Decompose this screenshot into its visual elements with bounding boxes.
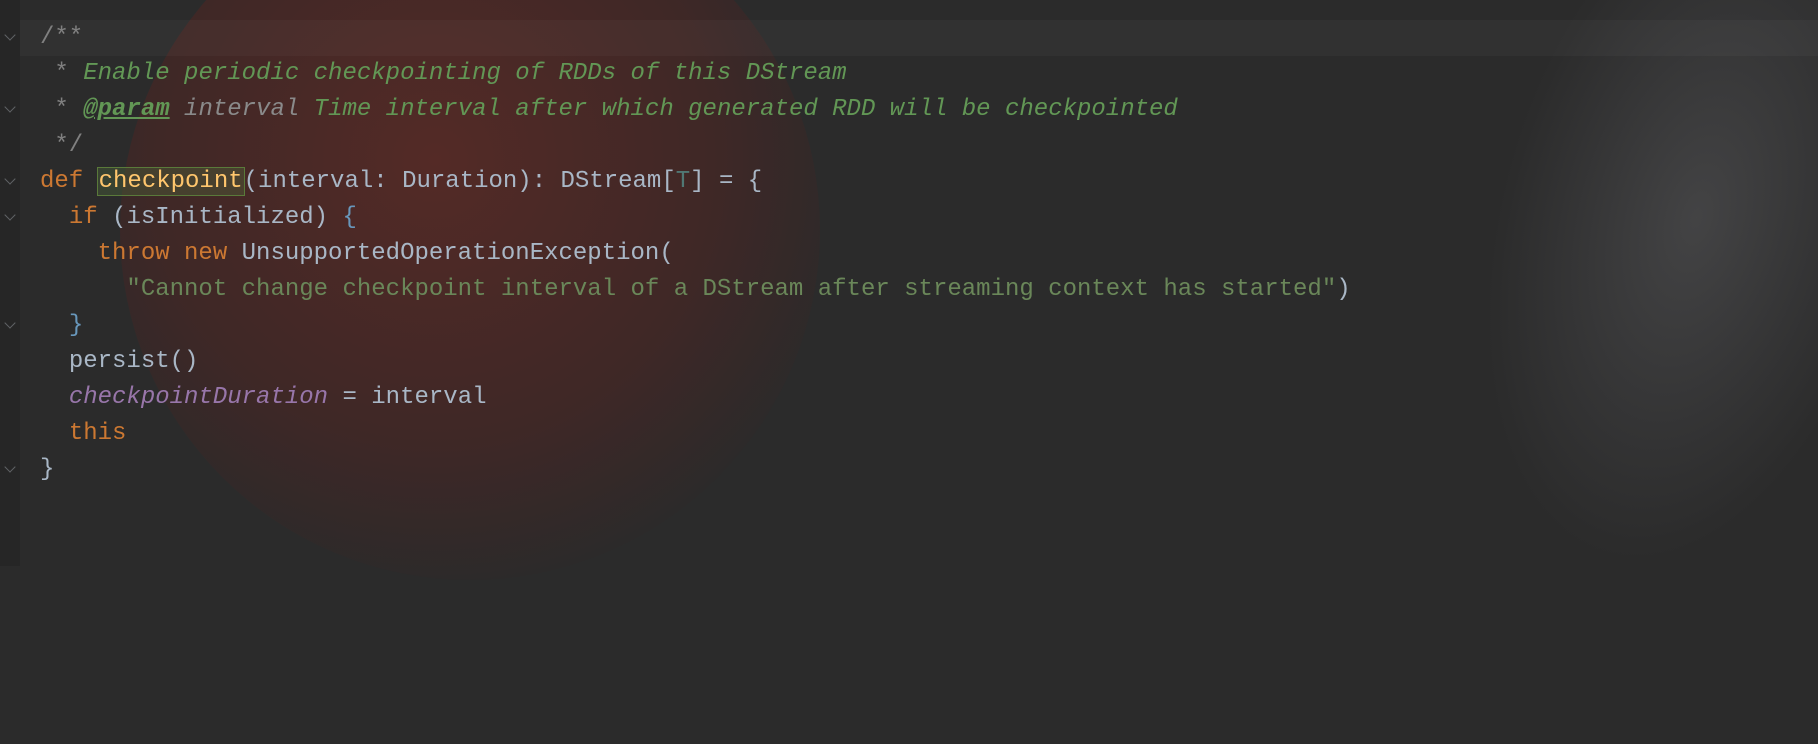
doc-comment-close: */ — [40, 132, 83, 159]
type-name: DStream — [561, 168, 662, 195]
code-line[interactable]: /** — [20, 20, 1818, 56]
identifier: interval — [371, 384, 486, 411]
code-line[interactable]: */ — [20, 128, 1818, 164]
paren-open: ( — [659, 240, 673, 267]
code-line[interactable]: this — [20, 416, 1818, 452]
bracket-close: ] — [690, 168, 704, 195]
brace-close: } — [69, 312, 83, 339]
code-editor[interactable]: /** * Enable periodic checkpointing of R… — [0, 0, 1818, 488]
code-line[interactable]: checkpointDuration = interval — [20, 380, 1818, 416]
keyword-if: if — [69, 204, 112, 231]
paren-open: ( — [244, 168, 258, 195]
colon: : — [373, 168, 402, 195]
brace-open: { — [342, 204, 356, 231]
code-line[interactable]: * Enable periodic checkpointing of RDDs … — [20, 56, 1818, 92]
doc-comment-text: Enable periodic checkpointing of RDDs of… — [83, 60, 846, 87]
paren-close: ) — [517, 168, 531, 195]
parens: () — [170, 348, 199, 375]
code-line[interactable]: persist() — [20, 344, 1818, 380]
method-call: persist — [69, 348, 170, 375]
paren-close: ) — [1336, 276, 1350, 303]
keyword-throw: throw — [98, 240, 184, 267]
bracket-open: [ — [661, 168, 675, 195]
keyword-this: this — [69, 420, 127, 447]
paren-open: ( — [112, 204, 126, 231]
keyword-new: new — [184, 240, 242, 267]
doc-param-name: interval — [170, 96, 314, 123]
doc-comment-text: Time interval after which generated RDD … — [314, 96, 1178, 123]
colon: : — [532, 168, 561, 195]
brace-close: } — [40, 456, 54, 483]
code-line[interactable]: "Cannot change checkpoint interval of a … — [20, 272, 1818, 308]
equals: = — [705, 168, 748, 195]
identifier: isInitialized — [126, 204, 313, 231]
param-name: interval — [258, 168, 373, 195]
brace-open: { — [748, 168, 762, 195]
code-line[interactable]: } — [20, 452, 1818, 488]
assign-op: = — [328, 384, 371, 411]
doc-comment-open: /** — [40, 24, 83, 51]
doc-tag-param: @param — [83, 96, 169, 123]
string-literal: "Cannot change checkpoint interval of a … — [126, 276, 1336, 303]
doc-comment-prefix: * — [40, 60, 83, 87]
code-line[interactable]: def checkpoint(interval: Duration): DStr… — [20, 164, 1818, 200]
code-line[interactable]: * @param interval Time interval after wh… — [20, 92, 1818, 128]
field-name: checkpointDuration — [69, 384, 328, 411]
type-name: UnsupportedOperationException — [242, 240, 660, 267]
method-name: checkpoint — [98, 168, 244, 195]
code-line[interactable]: if (isInitialized) { — [20, 200, 1818, 236]
code-line[interactable]: throw new UnsupportedOperationException( — [20, 236, 1818, 272]
type-name: Duration — [402, 168, 517, 195]
type-param: T — [676, 168, 690, 195]
paren-close: ) — [314, 204, 343, 231]
keyword-def: def — [40, 168, 98, 195]
code-line[interactable]: } — [20, 308, 1818, 344]
doc-comment-prefix: * — [40, 96, 83, 123]
